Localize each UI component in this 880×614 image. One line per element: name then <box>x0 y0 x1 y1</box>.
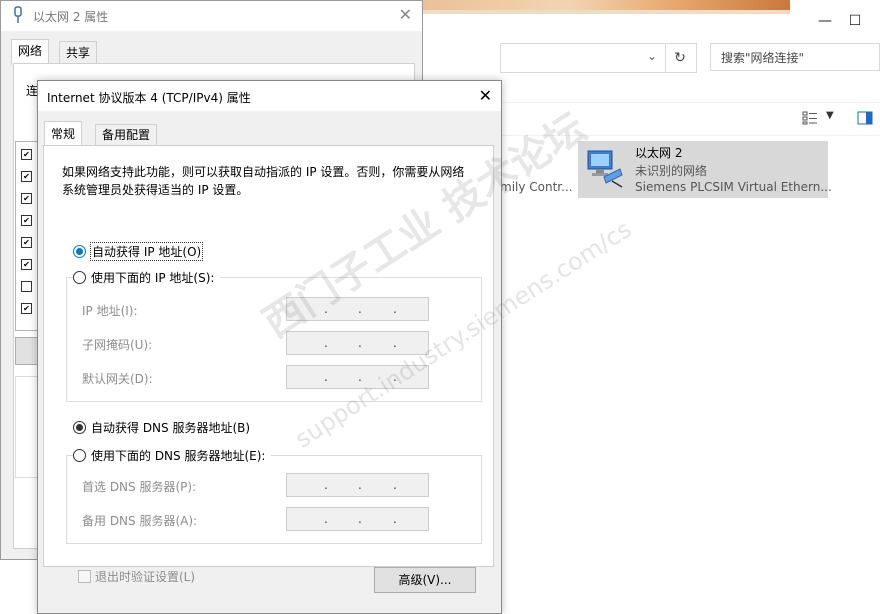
maximize-button[interactable]: ☐ <box>840 10 870 32</box>
network-adapter-item[interactable]: 以太网 2 未识别的网络 Siemens PLCSIM Virtual Ethe… <box>578 141 832 198</box>
network-adapter-icon <box>14 6 22 23</box>
adapter-status: 未识别的网络 <box>635 164 708 178</box>
ip-dot: . <box>324 512 328 526</box>
minimize-button[interactable]: — <box>810 10 840 32</box>
view-options-icon[interactable] <box>802 111 818 125</box>
ip-dot: . <box>358 370 362 384</box>
preferred-dns-field[interactable]: . . . <box>286 473 429 497</box>
validate-on-exit-label: 退出时验证设置(L) <box>95 570 196 584</box>
tab-sharing[interactable]: 共享 <box>59 41 98 64</box>
list-item[interactable]: ✔ <box>21 171 32 182</box>
ip-dot: . <box>358 302 362 316</box>
ip-dot: . <box>324 336 328 350</box>
dialog-title: 以太网 2 属性 <box>33 10 109 24</box>
search-input[interactable]: 搜索"网络连接" <box>710 43 880 71</box>
title-banner-strip <box>420 10 790 14</box>
adapter-name: 以太网 2 <box>635 146 683 160</box>
radio-selected[interactable] <box>73 245 86 258</box>
list-item[interactable]: ✔ <box>21 193 32 204</box>
ip-dot: . <box>393 336 397 350</box>
list-item[interactable]: ✔ <box>21 259 32 270</box>
dialog-titlebar: 以太网 2 属性 ✕ <box>1 1 422 31</box>
advanced-button[interactable]: 高级(V)... <box>374 567 476 593</box>
list-item[interactable]: ✔ <box>21 149 32 160</box>
ip-dot: . <box>393 512 397 526</box>
auto-dns-label: 自动获得 DNS 服务器地址(B) <box>91 421 251 435</box>
alternate-dns-label: 备用 DNS 服务器(A): <box>82 514 198 528</box>
adapter-device: Siemens PLCSIM Virtual Ethern... <box>635 180 832 194</box>
alternate-dns-field[interactable]: . . . <box>286 507 429 531</box>
auto-ip-label: 自动获得 IP 地址(O) <box>89 242 204 261</box>
explorer-titlebar: — ☐ <box>420 0 880 40</box>
list-item[interactable] <box>21 281 32 292</box>
radio-selected[interactable] <box>73 421 86 434</box>
manual-dns-label: 使用下面的 DNS 服务器地址(E): <box>91 449 266 463</box>
ip-dot: . <box>324 478 328 492</box>
ip-dot: . <box>393 478 397 492</box>
chevron-down-icon[interactable]: ⌄ <box>647 49 657 63</box>
ip-address-label: IP 地址(I): <box>82 304 138 318</box>
subnet-mask-field[interactable]: . . . <box>286 331 429 355</box>
list-item[interactable]: ✔ <box>21 303 32 314</box>
description-text: 如果网络支持此功能，则可以获取自动指派的 IP 设置。否则，你需要从网络系统管理… <box>62 165 465 197</box>
manual-ip-radio[interactable]: 使用下面的 IP 地址(S): <box>73 269 221 286</box>
tab-alternate-config[interactable]: 备用配置 <box>95 124 158 146</box>
preferred-dns-label: 首选 DNS 服务器(P): <box>82 480 197 494</box>
ip-dot: . <box>324 370 328 384</box>
ip-dot: . <box>358 478 362 492</box>
auto-dns-radio[interactable]: 自动获得 DNS 服务器地址(B) <box>73 419 250 436</box>
dialog-title: Internet 协议版本 4 (TCP/IPv4) 属性 <box>47 91 251 105</box>
tab-general[interactable]: 常规 <box>44 121 83 147</box>
refresh-button[interactable]: ↻ <box>664 43 697 73</box>
radio-unselected[interactable] <box>73 271 86 284</box>
ip-dot: . <box>358 336 362 350</box>
auto-ip-radio[interactable]: 自动获得 IP 地址(O) <box>73 242 204 261</box>
title-banner <box>420 0 790 10</box>
manual-dns-radio[interactable]: 使用下面的 DNS 服务器地址(E): <box>73 447 272 464</box>
list-item[interactable]: ✔ <box>21 237 32 248</box>
manual-ip-label: 使用下面的 IP 地址(S): <box>91 271 215 285</box>
close-icon[interactable]: ✕ <box>399 5 412 24</box>
validate-on-exit-checkbox[interactable]: 退出时验证设置(L) <box>78 568 195 585</box>
address-bar[interactable]: ⌄ <box>500 43 666 73</box>
dialog-titlebar: Internet 协议版本 4 (TCP/IPv4) 属性 ✕ <box>38 81 501 111</box>
tab-network[interactable]: 网络 <box>11 39 50 65</box>
ip-dot: . <box>358 512 362 526</box>
network-adapter-icon <box>587 150 623 188</box>
ip-dot: . <box>393 302 397 316</box>
radio-unselected[interactable] <box>73 449 86 462</box>
subnet-mask-label: 子网掩码(U): <box>82 338 153 352</box>
list-item[interactable]: ✔ <box>21 215 32 226</box>
default-gateway-label: 默认网关(D): <box>82 372 153 386</box>
close-icon[interactable]: ✕ <box>479 86 492 105</box>
view-dropdown-icon[interactable]: ▼ <box>826 110 834 121</box>
preview-pane-icon[interactable] <box>857 111 873 125</box>
refresh-icon: ↻ <box>674 50 686 66</box>
checkbox-box[interactable] <box>78 570 91 583</box>
